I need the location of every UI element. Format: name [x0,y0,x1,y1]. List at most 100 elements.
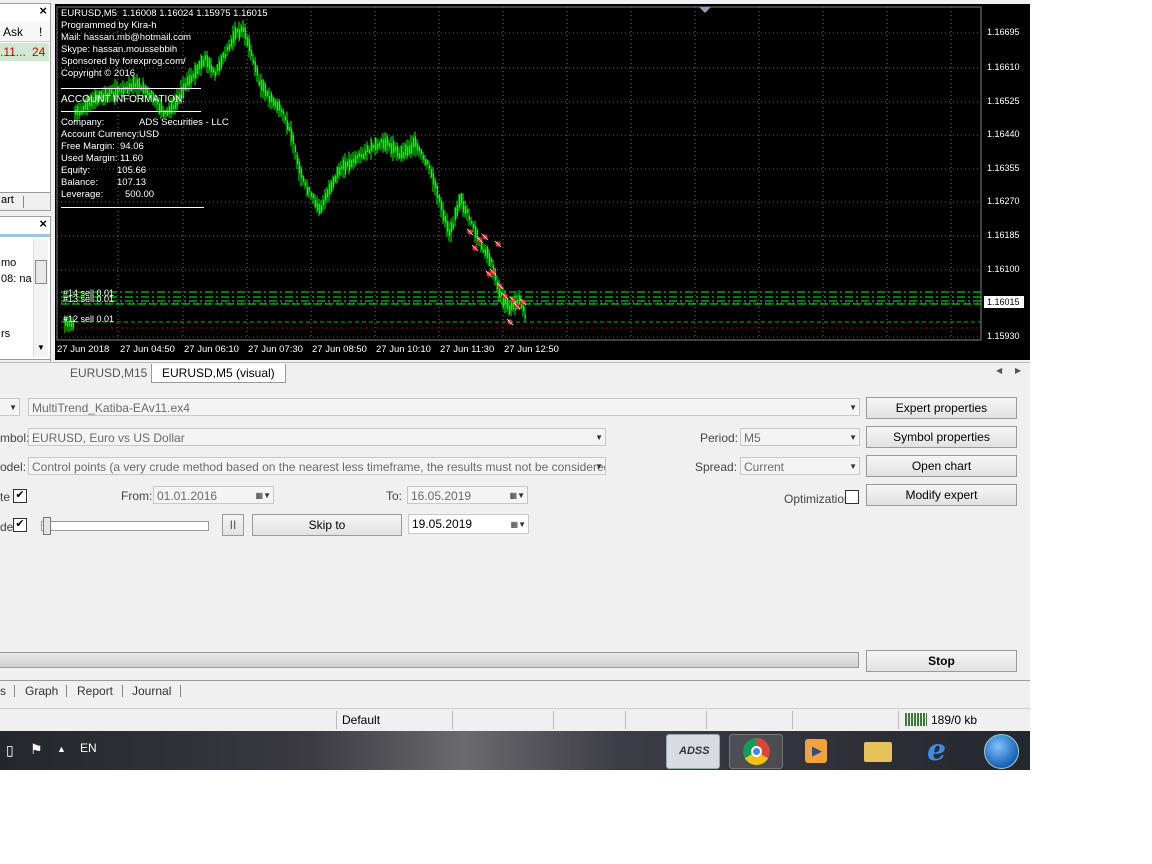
explorer-taskbar-button[interactable] [852,734,904,767]
expert-properties-button[interactable]: Expert properties [866,397,1017,419]
author-info-line: Skype: hassan.moussebbih [61,44,178,55]
progress-bar [0,652,859,668]
navigator-item[interactable]: rs [1,328,10,340]
candle-body [318,204,321,214]
tab-eurusd-m5-visual[interactable]: EURUSD,M5 (visual) [151,364,286,383]
candle-body [274,101,277,108]
scroll-thumb[interactable] [35,260,47,284]
tray-expand-icon[interactable]: ▲ [57,744,66,754]
tab-journal[interactable]: Journal [132,684,171,698]
navigator-title-bar [0,234,50,237]
candle-body [484,249,487,256]
tab-chart[interactable]: art [1,194,14,206]
scroll-down-icon[interactable]: ▼ [37,343,45,352]
to-date-input[interactable]: 16.05.2019 ▦▼ [407,486,528,504]
adss-taskbar-button[interactable]: ADSS [666,734,720,769]
pause-button[interactable]: II [222,514,244,536]
symbol-properties-button[interactable]: Symbol properties [866,426,1017,448]
visual-mode-checkbox[interactable]: ✔ [13,518,27,532]
speed-slider-track[interactable] [41,521,209,531]
tab-eurusd-m15[interactable]: EURUSD,M15 [60,364,157,382]
candle-body [360,154,363,158]
candle-body [324,192,327,201]
status-bar [0,708,1030,732]
tester-type-select[interactable]: ▼ [0,398,20,416]
calendar-icon[interactable]: ▦▼ [511,516,526,533]
skip-to-date-input[interactable]: 19.05.2019 ▦▼ [408,514,529,534]
strategy-tester-panel: ▼ MultiTrend_Katiba-EAv11.ex4 ▼ mbol: EUR… [0,390,1030,680]
candle-body [452,224,455,229]
close-icon[interactable]: × [39,3,47,18]
spread-select[interactable]: Current ▼ [740,457,860,475]
expert-select[interactable]: MultiTrend_Katiba-EAv11.ex4 ▼ [28,398,860,416]
info-divider [61,111,201,112]
calendar-icon[interactable]: ▦▼ [510,487,525,503]
modify-expert-button[interactable]: Modify expert [866,484,1017,506]
media-player-taskbar-button[interactable]: ▶ [790,734,842,767]
candle-body [320,204,323,213]
tab-separator [66,685,67,697]
candle-body [184,83,187,91]
candle-body [340,166,343,170]
candle-body [388,143,391,148]
candle-body [284,116,287,121]
candle-body [344,161,347,175]
folder-icon [864,742,892,762]
candle-body [522,305,525,312]
navigator-item[interactable]: 08: na [1,273,32,285]
open-chart-button[interactable]: Open chart [866,455,1017,477]
price-chart[interactable]: EURUSD,M5 1.16008 1.16024 1.15975 1.1601… [55,4,1030,360]
time-tick-label: 27 Jun 11:30 [440,344,495,355]
symbol-select[interactable]: EURUSD, Euro vs US Dollar ▼ [28,428,606,446]
from-date-input[interactable]: 01.01.2016 ▦▼ [153,486,274,504]
time-tick-label: 27 Jun 08:50 [312,344,367,355]
ask-column-header[interactable]: Ask [3,25,23,39]
candle-body [420,149,423,155]
candle-body [194,65,197,79]
windows-taskbar: ▯ ⚑ ▲ EN ADSS ▶ e [0,731,1030,770]
price-tick-label: 1.16185 [987,230,1020,240]
symbol-value: EURUSD, Euro vs US Dollar [32,431,185,445]
network-icon[interactable]: ▯ [6,742,14,759]
alert-column-header[interactable]: ! [39,25,42,39]
candle-body [82,105,85,111]
stop-button[interactable]: Stop [866,650,1017,672]
flag-icon[interactable]: ⚑ [30,741,43,758]
candle-body [186,77,189,86]
optimization-checkbox[interactable] [845,490,859,504]
symbol-label: mbol: [0,431,30,445]
account-field-label: Equity: [61,165,91,176]
navigator-item[interactable]: mo [1,257,16,269]
ie-taskbar-button[interactable]: e [913,733,965,768]
candle-body [426,159,429,165]
candle-body [434,180,437,189]
price-tick-label: 1.16525 [987,96,1020,106]
tab-separator [23,196,24,208]
tab-scroll-right-icon[interactable]: ▶ [1015,366,1021,375]
tab-report[interactable]: Report [77,684,113,698]
skip-to-button[interactable]: Skip to [252,514,402,536]
model-select[interactable]: Control points (a very crude method base… [28,457,606,475]
candle-body [188,74,191,86]
chrome-taskbar-button[interactable] [729,734,783,769]
candle-body [348,159,351,172]
to-label: To: [386,489,403,503]
candle-body [486,246,489,259]
language-indicator[interactable]: EN [80,741,97,755]
close-icon[interactable]: × [39,216,47,231]
candle-body [234,27,237,40]
tab-results[interactable]: s [0,684,6,698]
use-date-checkbox[interactable]: ✔ [13,489,27,503]
windows-start-button[interactable] [977,734,1029,769]
tab-graph[interactable]: Graph [25,684,58,698]
candle-body [372,144,375,148]
status-separator [792,711,793,729]
speed-slider-thumb[interactable] [43,517,51,535]
account-field-label: Used Margin: [61,153,118,164]
calendar-icon[interactable]: ▦▼ [256,487,271,503]
period-select[interactable]: M5 ▼ [740,428,860,446]
skip-to-date-value: 19.05.2019 [412,517,473,531]
tab-scroll-left-icon[interactable]: ◀ [996,366,1002,375]
account-field-label: Balance: [61,177,98,188]
navigator-scrollbar[interactable]: ▼ [33,239,48,357]
